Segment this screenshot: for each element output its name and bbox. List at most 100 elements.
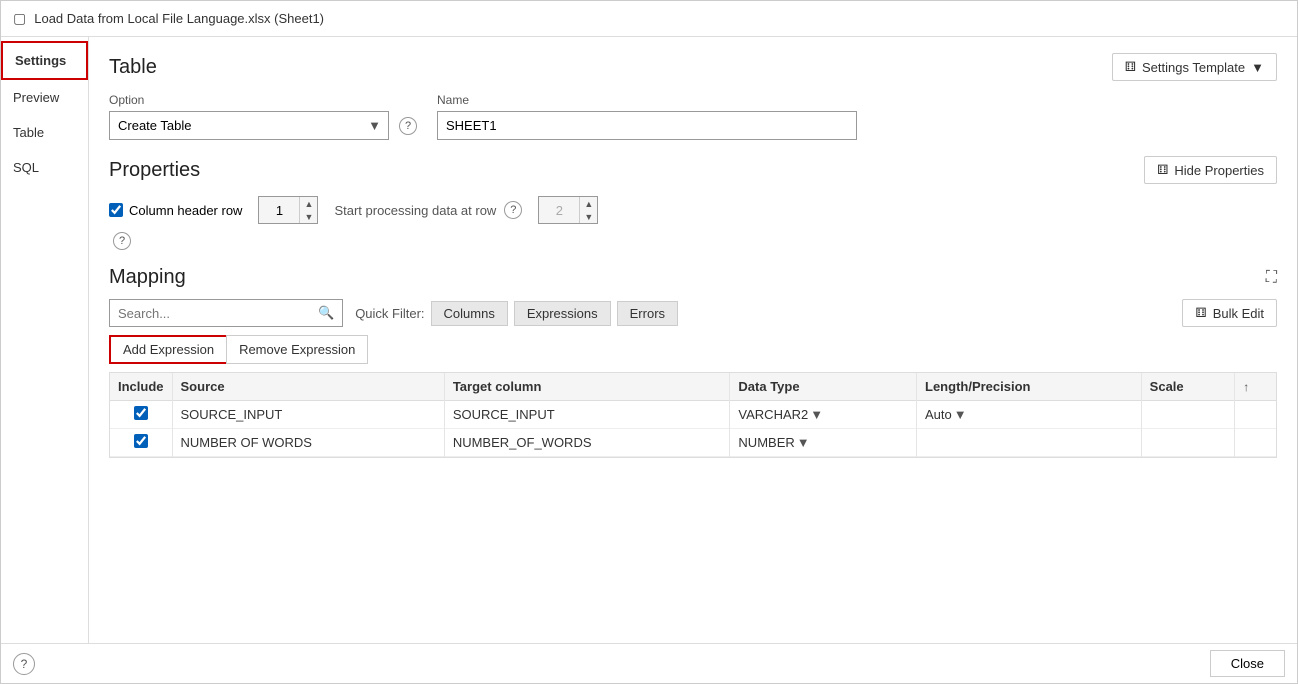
row1-include-checkbox[interactable]	[134, 406, 148, 420]
table-row: SOURCE_INPUT SOURCE_INPUT VARCHAR2 ▼	[110, 401, 1276, 429]
dropdown-arrow-icon: ▼	[1251, 60, 1264, 75]
column-header-spinner: ▲ ▼	[258, 196, 318, 224]
start-proc-value[interactable]	[539, 199, 579, 222]
settings-template-button[interactable]: ⚅ Settings Template ▼	[1112, 53, 1277, 81]
sidebar: Settings Preview Table SQL	[1, 37, 89, 643]
name-input[interactable]: SHEET1	[437, 111, 857, 140]
option-group: Option Create Table ▼ ?	[109, 93, 417, 140]
column-header-checkbox[interactable]	[109, 203, 123, 217]
bulk-edit-button[interactable]: ⚅ Bulk Edit	[1182, 299, 1277, 327]
sidebar-item-preview[interactable]: Preview	[1, 80, 88, 115]
main-layout: Settings Preview Table SQL Table ⚅ Setti…	[1, 37, 1297, 643]
quick-filter-label: Quick Filter:	[355, 306, 424, 321]
column-header-value[interactable]	[259, 199, 299, 222]
sidebar-item-table[interactable]: Table	[1, 115, 88, 150]
name-group: Name SHEET1	[437, 93, 857, 140]
mapping-header: Mapping ⛶	[109, 266, 1277, 289]
row1-data-type: VARCHAR2 ▼	[730, 401, 917, 429]
table-row: NUMBER OF WORDS NUMBER_OF_WORDS NUMBER ▼	[110, 429, 1276, 457]
start-proc-spinner: ▲ ▼	[538, 196, 598, 224]
row1-extra	[1235, 401, 1276, 429]
col-arrow: ↑	[1235, 373, 1276, 401]
row2-extra	[1235, 429, 1276, 457]
table-section-header: Table ⚅ Settings Template ▼	[109, 53, 1277, 81]
sidebar-item-settings[interactable]: Settings	[1, 41, 88, 80]
option-select[interactable]: Create Table	[109, 111, 389, 140]
properties-title: Properties	[109, 159, 200, 182]
option-select-wrapper: Create Table ▼	[109, 111, 389, 140]
row2-data-type-arrow-icon[interactable]: ▼	[797, 435, 810, 450]
document-icon: ▢	[13, 10, 26, 27]
close-button[interactable]: Close	[1210, 650, 1285, 677]
row1-target-column: SOURCE_INPUT	[444, 401, 730, 429]
bulk-edit-icon: ⚅	[1195, 305, 1206, 321]
filter-errors-button[interactable]: Errors	[617, 301, 678, 326]
window-title: Load Data from Local File Language.xlsx …	[34, 11, 324, 26]
col-target-column: Target column	[444, 373, 730, 401]
column-header-checkbox-label[interactable]: Column header row	[109, 203, 242, 218]
row1-scale	[1141, 401, 1235, 429]
expression-buttons-row: Add Expression Remove Expression	[109, 335, 1277, 364]
row1-source: SOURCE_INPUT	[172, 401, 444, 429]
remove-expression-button[interactable]: Remove Expression	[226, 335, 368, 364]
row2-length-precision	[917, 429, 1142, 457]
hide-properties-button[interactable]: ⚅ Hide Properties	[1144, 156, 1277, 184]
row1-data-type-arrow-icon[interactable]: ▼	[810, 407, 823, 422]
col-data-type: Data Type	[730, 373, 917, 401]
properties-section: Properties ⚅ Hide Properties Column head…	[109, 156, 1277, 250]
option-help-icon[interactable]: ?	[399, 117, 417, 135]
add-expression-button[interactable]: Add Expression	[109, 335, 226, 364]
bottom-bar: ? Close	[1, 643, 1297, 683]
row2-source: NUMBER OF WORDS	[172, 429, 444, 457]
properties-icon: ⚅	[1157, 162, 1168, 178]
table-section-title: Table	[109, 56, 157, 79]
properties-header: Properties ⚅ Hide Properties	[109, 156, 1277, 184]
quick-filter-group: Quick Filter: Columns Expressions Errors	[355, 301, 678, 326]
mapping-table: Include Source Target column Data Type L…	[110, 373, 1276, 457]
row2-include	[110, 429, 172, 457]
start-proc-down-btn[interactable]: ▼	[579, 210, 597, 223]
col-length-precision: Length/Precision	[917, 373, 1142, 401]
column-header-up-btn[interactable]: ▲	[299, 197, 317, 210]
search-button[interactable]: 🔍	[310, 300, 342, 326]
mapping-tools-row: 🔍 Quick Filter: Columns Expressions Erro…	[109, 299, 1277, 327]
row2-data-type-value: NUMBER	[738, 435, 794, 450]
row1-length-arrow-icon[interactable]: ▼	[954, 407, 967, 422]
row1-length-value: Auto	[925, 407, 952, 422]
table-header-row: Include Source Target column Data Type L…	[110, 373, 1276, 401]
column-header-label: Column header row	[129, 203, 242, 218]
name-label: Name	[437, 93, 857, 107]
start-proc-up-btn[interactable]: ▲	[579, 197, 597, 210]
search-wrapper: 🔍	[109, 299, 343, 327]
row2-include-checkbox[interactable]	[134, 434, 148, 448]
filter-expressions-button[interactable]: Expressions	[514, 301, 611, 326]
help-button[interactable]: ?	[13, 653, 35, 675]
column-header-spinner-buttons: ▲ ▼	[299, 197, 317, 223]
row1-data-type-value: VARCHAR2	[738, 407, 808, 422]
properties-row: Column header row ▲ ▼ Start processing d…	[109, 196, 1277, 224]
option-name-row: Option Create Table ▼ ? Name SHEET1	[109, 93, 1277, 140]
col-scale: Scale	[1141, 373, 1235, 401]
settings-icon: ⚅	[1125, 59, 1136, 75]
row1-length-precision: Auto ▼	[917, 401, 1142, 429]
mapping-section: Mapping ⛶ 🔍 Quick Filter: Columns Expres…	[109, 266, 1277, 458]
col-include: Include	[110, 373, 172, 401]
start-proc-help-icon[interactable]: ?	[504, 201, 522, 219]
main-window: ▢ Load Data from Local File Language.xls…	[0, 0, 1298, 684]
properties-extra-help-icon[interactable]: ?	[113, 232, 131, 250]
start-proc-group: Start processing data at row ?	[334, 201, 522, 219]
sidebar-item-sql[interactable]: SQL	[1, 150, 88, 185]
filter-columns-button[interactable]: Columns	[431, 301, 508, 326]
col-source: Source	[172, 373, 444, 401]
content-area: Table ⚅ Settings Template ▼ Option Creat…	[89, 37, 1297, 643]
search-input[interactable]	[110, 301, 310, 326]
expand-icon[interactable]: ⛶	[1266, 269, 1277, 287]
row2-data-type: NUMBER ▼	[730, 429, 917, 457]
title-bar: ▢ Load Data from Local File Language.xls…	[1, 1, 1297, 37]
row1-include	[110, 401, 172, 429]
mapping-table-container: Include Source Target column Data Type L…	[109, 372, 1277, 458]
column-header-down-btn[interactable]: ▼	[299, 210, 317, 223]
row2-target-column: NUMBER_OF_WORDS	[444, 429, 730, 457]
option-label: Option	[109, 93, 417, 107]
sort-icon[interactable]: ↑	[1243, 380, 1249, 394]
